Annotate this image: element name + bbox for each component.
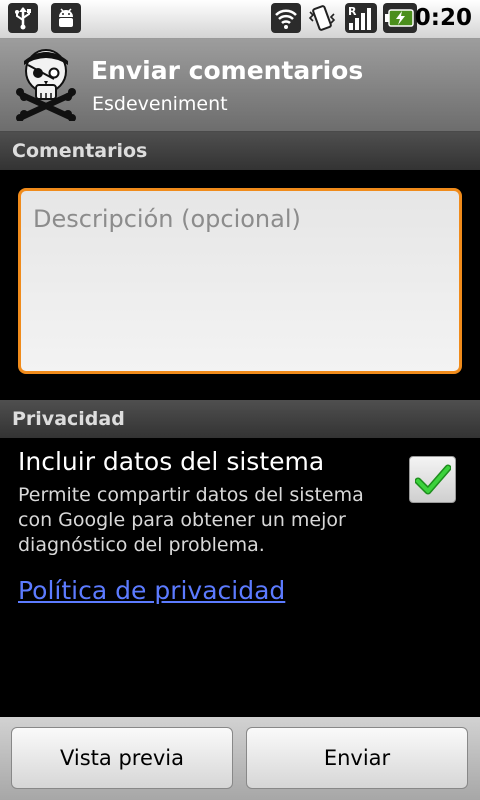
page-subtitle: Esdeveniment xyxy=(92,93,228,115)
usb-icon xyxy=(8,3,38,33)
signal-roaming-icon: R xyxy=(345,3,377,33)
battery-charging-icon xyxy=(383,3,417,33)
description-input[interactable] xyxy=(18,188,462,374)
include-system-data-description: Permite compartir datos del sistema con … xyxy=(18,484,364,556)
status-bar: R 0:20 xyxy=(0,0,480,39)
status-time: 0:20 xyxy=(414,5,472,31)
privacy-section-header: Privacidad xyxy=(0,400,480,438)
roaming-indicator: R xyxy=(348,5,357,18)
checkmark-icon xyxy=(414,464,451,494)
preview-button[interactable]: Vista previa xyxy=(11,727,233,789)
privacy-policy-link[interactable]: Política de privacidad xyxy=(18,576,285,605)
pirate-skull-icon xyxy=(14,45,78,125)
include-system-data-checkbox[interactable] xyxy=(409,456,456,503)
page-title: Enviar comentarios xyxy=(91,56,364,85)
include-system-data-label[interactable]: Incluir datos del sistema xyxy=(18,447,324,476)
comments-section-header: Comentarios xyxy=(0,132,480,170)
android-debug-icon xyxy=(51,3,81,33)
wifi-icon xyxy=(271,3,301,33)
send-button[interactable]: Enviar xyxy=(246,727,468,789)
vibrate-icon xyxy=(307,3,337,33)
